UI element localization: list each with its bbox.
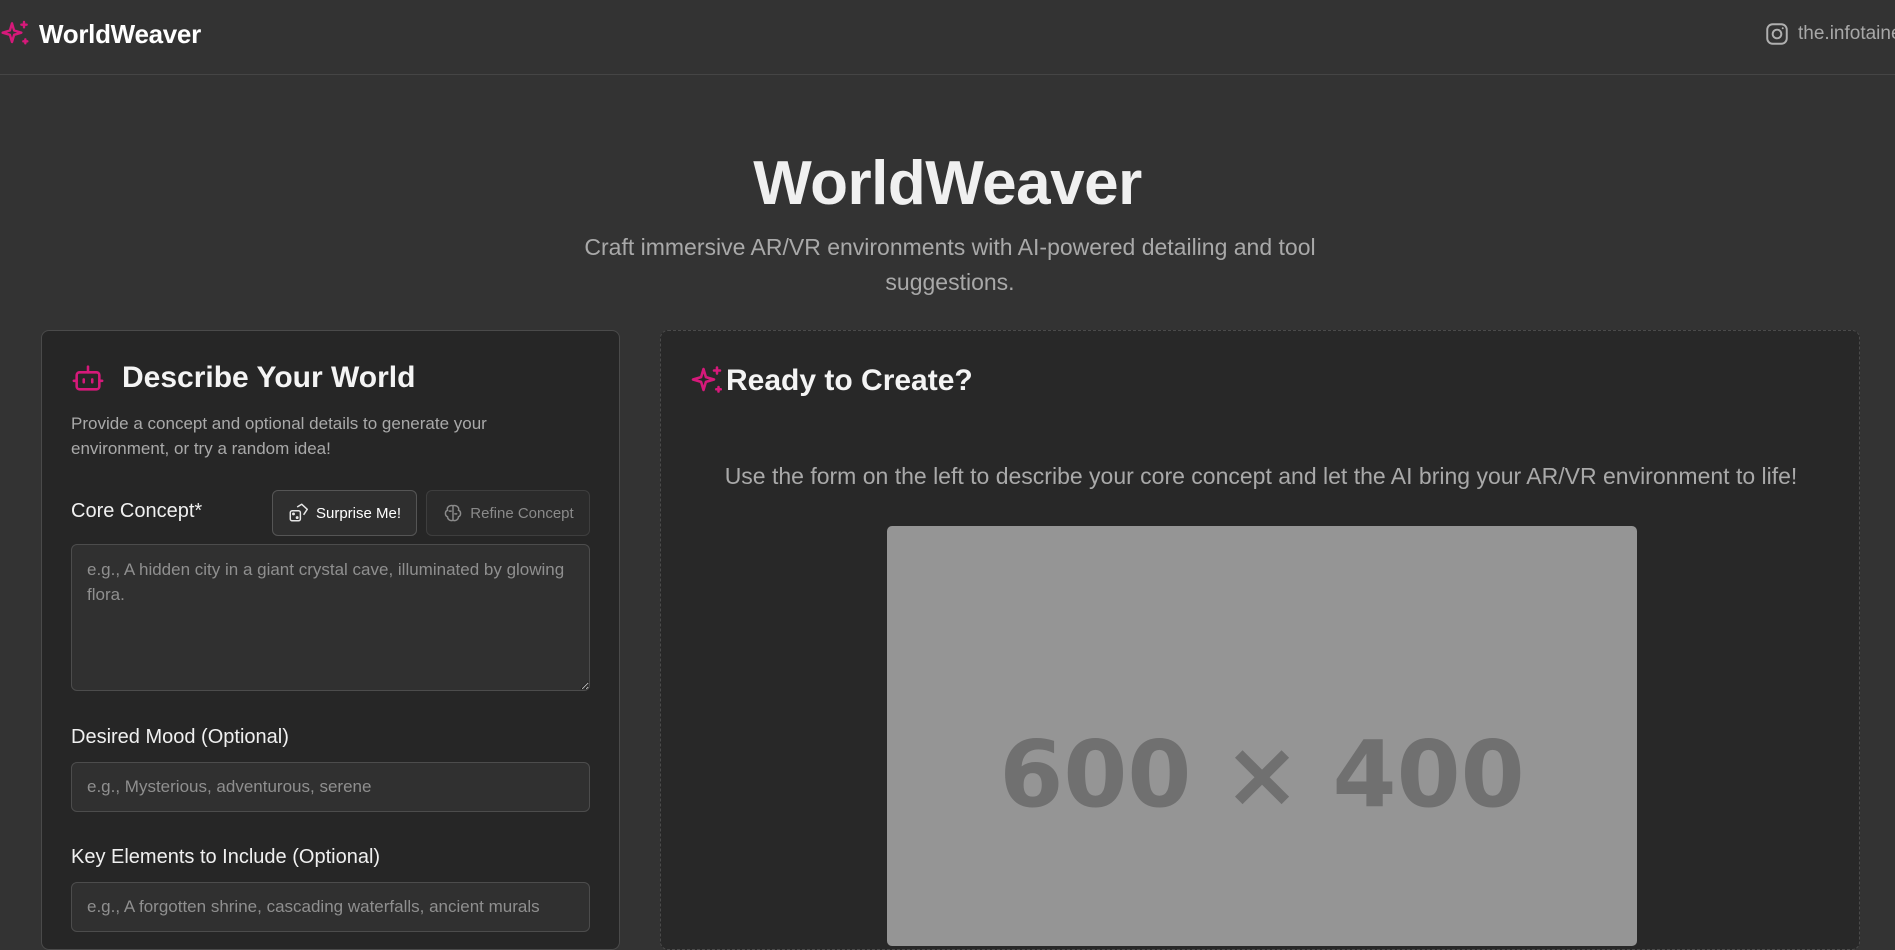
- brain-icon: [445, 504, 462, 522]
- key-elements-input[interactable]: [71, 882, 590, 932]
- result-title: Ready to Create?: [726, 364, 973, 397]
- bot-icon: [72, 365, 104, 391]
- sparkles-icon: [691, 366, 723, 393]
- result-description: Use the form on the left to describe you…: [724, 463, 1798, 489]
- refine-concept-label: Refine Concept: [470, 504, 574, 522]
- top-navbar: WorldWeaver the.infotainer: [0, 0, 1895, 75]
- result-header: Ready to Create?: [690, 363, 973, 399]
- page-title: WorldWeaver: [753, 149, 1142, 218]
- describe-world-card: Describe Your World Provide a concept an…: [41, 330, 620, 950]
- surprise-me-label: Surprise Me!: [315, 504, 402, 522]
- social-link[interactable]: the.infotainer: [1764, 21, 1895, 47]
- brand-logo[interactable]: WorldWeaver: [0, 18, 201, 50]
- social-handle: the.infotainer: [1798, 23, 1895, 44]
- card-description: Provide a concept and optional details t…: [71, 414, 487, 458]
- placeholder-image: 600 × 400: [887, 526, 1637, 946]
- core-concept-label: Core Concept*: [71, 500, 203, 522]
- mood-label: Desired Mood (Optional): [71, 726, 289, 748]
- core-concept-input[interactable]: [71, 544, 590, 691]
- refine-concept-button[interactable]: Refine Concept: [426, 490, 590, 536]
- mood-input[interactable]: [71, 762, 590, 812]
- page-subtitle: Craft immersive AR/VR environments with …: [584, 234, 1316, 295]
- result-card: Ready to Create? Use the form on the lef…: [660, 330, 1860, 950]
- brand-name: WorldWeaver: [39, 18, 201, 49]
- instagram-icon: [1766, 23, 1788, 45]
- card-header: Describe Your World: [71, 361, 415, 395]
- placeholder-image-text: 600 × 400: [999, 721, 1525, 828]
- dices-icon: [289, 503, 308, 522]
- key-elements-label: Key Elements to Include (Optional): [71, 846, 381, 868]
- sparkles-icon: [1, 20, 29, 45]
- card-title: Describe Your World: [122, 361, 416, 394]
- surprise-me-button[interactable]: Surprise Me!: [272, 490, 417, 536]
